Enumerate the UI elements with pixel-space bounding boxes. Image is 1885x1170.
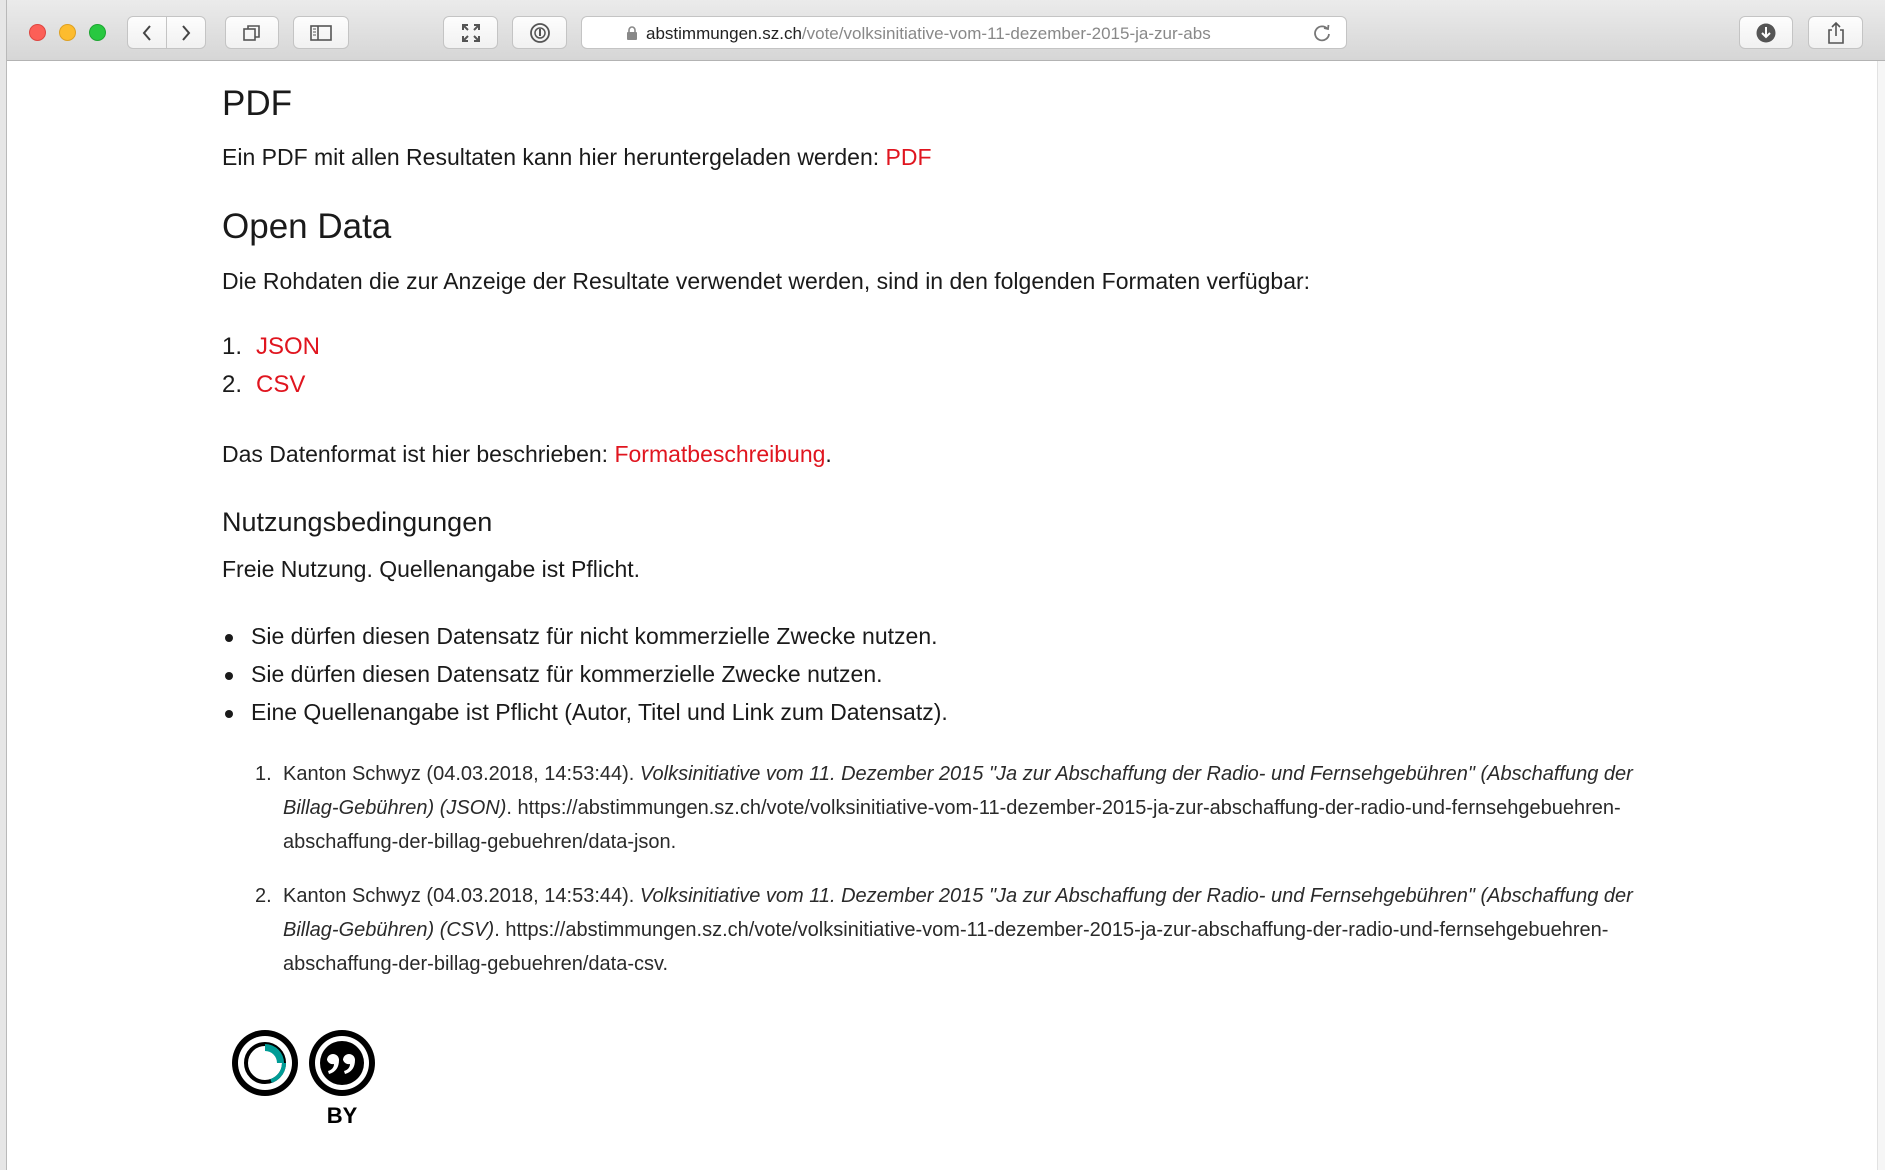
cc-by-license-badge[interactable]: BY — [230, 1027, 382, 1132]
fullscreen-button[interactable] — [443, 16, 498, 49]
terms-heading: Nutzungsbedingungen — [222, 507, 493, 537]
address-bar[interactable]: abstimmungen.sz.ch/vote/volksinitiative-… — [581, 16, 1347, 49]
license-by-label: BY — [327, 1103, 358, 1127]
sidebar-icon — [310, 24, 332, 41]
back-button[interactable] — [127, 16, 167, 49]
quote-attribution-icon — [309, 1030, 375, 1096]
downloads-button[interactable] — [1739, 16, 1793, 49]
browser-window: abstimmungen.sz.ch/vote/volksinitiative-… — [6, 0, 1885, 1170]
minimize-window-button[interactable] — [59, 24, 76, 41]
key-circle-icon — [529, 22, 550, 43]
tabs-icon — [243, 24, 260, 41]
browser-toolbar: abstimmungen.sz.ch/vote/volksinitiative-… — [7, 0, 1885, 61]
tab-overview-button[interactable] — [225, 16, 279, 49]
terms-description: Freie Nutzung. Quellenangabe ist Pflicht… — [222, 556, 641, 582]
reload-icon[interactable] — [1312, 23, 1332, 43]
terms-bullet-list: Sie dürfen diesen Datensatz für nicht ko… — [222, 623, 948, 737]
citation-list: 1. Kanton Schwyz (04.03.2018, 14:53:44).… — [255, 757, 1685, 1001]
share-button[interactable] — [1808, 16, 1863, 49]
citation-item: 2. Kanton Schwyz (04.03.2018, 14:53:44).… — [255, 885, 1633, 975]
list-item: Sie dürfen diesen Datensatz für nicht ko… — [222, 623, 948, 661]
forward-button[interactable] — [166, 16, 206, 49]
zoom-window-button[interactable] — [89, 24, 106, 41]
pdf-description: Ein PDF mit allen Resultaten kann hier h… — [222, 144, 932, 170]
close-window-button[interactable] — [29, 24, 46, 41]
share-icon — [1827, 21, 1844, 44]
json-download-link[interactable]: JSON — [256, 333, 320, 371]
bullet-icon — [225, 672, 233, 680]
url-text: abstimmungen.sz.ch/vote/volksinitiative-… — [646, 24, 1211, 43]
format-description: Das Datenformat ist hier beschrieben: Fo… — [222, 441, 832, 467]
open-data-heading: Open Data — [222, 207, 392, 246]
cc-logo-icon — [232, 1030, 298, 1096]
bullet-icon — [225, 634, 233, 642]
pdf-heading: PDF — [222, 84, 292, 123]
bullet-icon — [225, 710, 233, 718]
csv-download-link[interactable]: CSV — [256, 371, 305, 409]
chevron-right-icon — [182, 24, 191, 41]
password-button[interactable] — [512, 16, 567, 49]
sidebar-toggle-button[interactable] — [293, 16, 349, 49]
list-item: Sie dürfen diesen Datensatz für kommerzi… — [222, 661, 948, 699]
format-description-link[interactable]: Formatbeschreibung — [614, 441, 825, 467]
scrollbar-track[interactable] — [1877, 61, 1885, 1170]
download-icon — [1756, 23, 1776, 42]
list-item: Eine Quellenangabe ist Pflicht (Autor, T… — [222, 699, 948, 737]
open-data-description: Die Rohdaten die zur Anzeige der Resulta… — [222, 268, 1311, 294]
list-item: 2. CSV — [222, 371, 320, 409]
pdf-download-link[interactable]: PDF — [886, 144, 932, 170]
list-item: 1. JSON — [222, 333, 320, 371]
chevron-left-icon — [142, 24, 151, 41]
format-list: 1. JSON 2. CSV — [222, 333, 320, 409]
citation-item: 1. Kanton Schwyz (04.03.2018, 14:53:44).… — [255, 763, 1633, 853]
lock-icon — [627, 26, 637, 40]
expand-icon — [461, 23, 480, 42]
